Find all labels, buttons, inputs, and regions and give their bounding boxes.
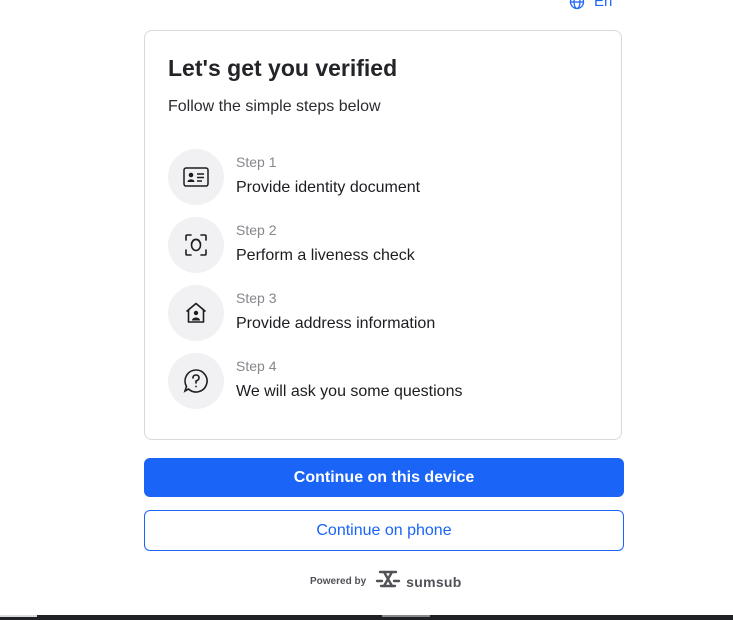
step-label: Step 1 — [236, 154, 277, 170]
brand: sumsub — [375, 569, 461, 594]
page-subtitle: Follow the simple steps below — [168, 98, 381, 115]
step-item-liveness: Step 2 Perform a liveness check — [168, 217, 588, 273]
verification-card: Let's get you verified Follow the simple… — [144, 30, 622, 440]
step-text: Provide identity document — [236, 179, 421, 196]
home-person-icon — [168, 285, 224, 341]
face-scan-icon — [168, 217, 224, 273]
step-label: Step 4 — [236, 358, 277, 374]
language-label: En — [594, 0, 613, 10]
step-item-identity: Step 1 Provide identity document — [168, 149, 588, 205]
powered-by-footer: Powered by sumsub — [310, 569, 462, 594]
page-title: Let's get you verified — [168, 55, 398, 81]
taskbar-strip — [0, 615, 733, 620]
sumsub-logo-icon — [375, 569, 401, 594]
step-text: We will ask you some questions — [236, 383, 463, 400]
continue-on-device-button[interactable]: Continue on this device — [144, 458, 624, 497]
step-item-questions: Step 4 We will ask you some questions — [168, 353, 588, 409]
step-text: Provide address information — [236, 315, 436, 332]
globe-icon — [569, 0, 585, 10]
id-card-icon — [168, 149, 224, 205]
step-label: Step 2 — [236, 222, 277, 238]
language-selector[interactable]: En — [569, 0, 612, 10]
step-text: Perform a liveness check — [236, 247, 415, 264]
powered-by-text: Powered by — [310, 576, 367, 587]
continue-on-phone-button[interactable]: Continue on phone — [144, 510, 624, 551]
brand-name: sumsub — [406, 573, 462, 590]
question-bubble-icon — [168, 353, 224, 409]
step-item-address: Step 3 Provide address information — [168, 285, 588, 341]
step-label: Step 3 — [236, 290, 277, 306]
